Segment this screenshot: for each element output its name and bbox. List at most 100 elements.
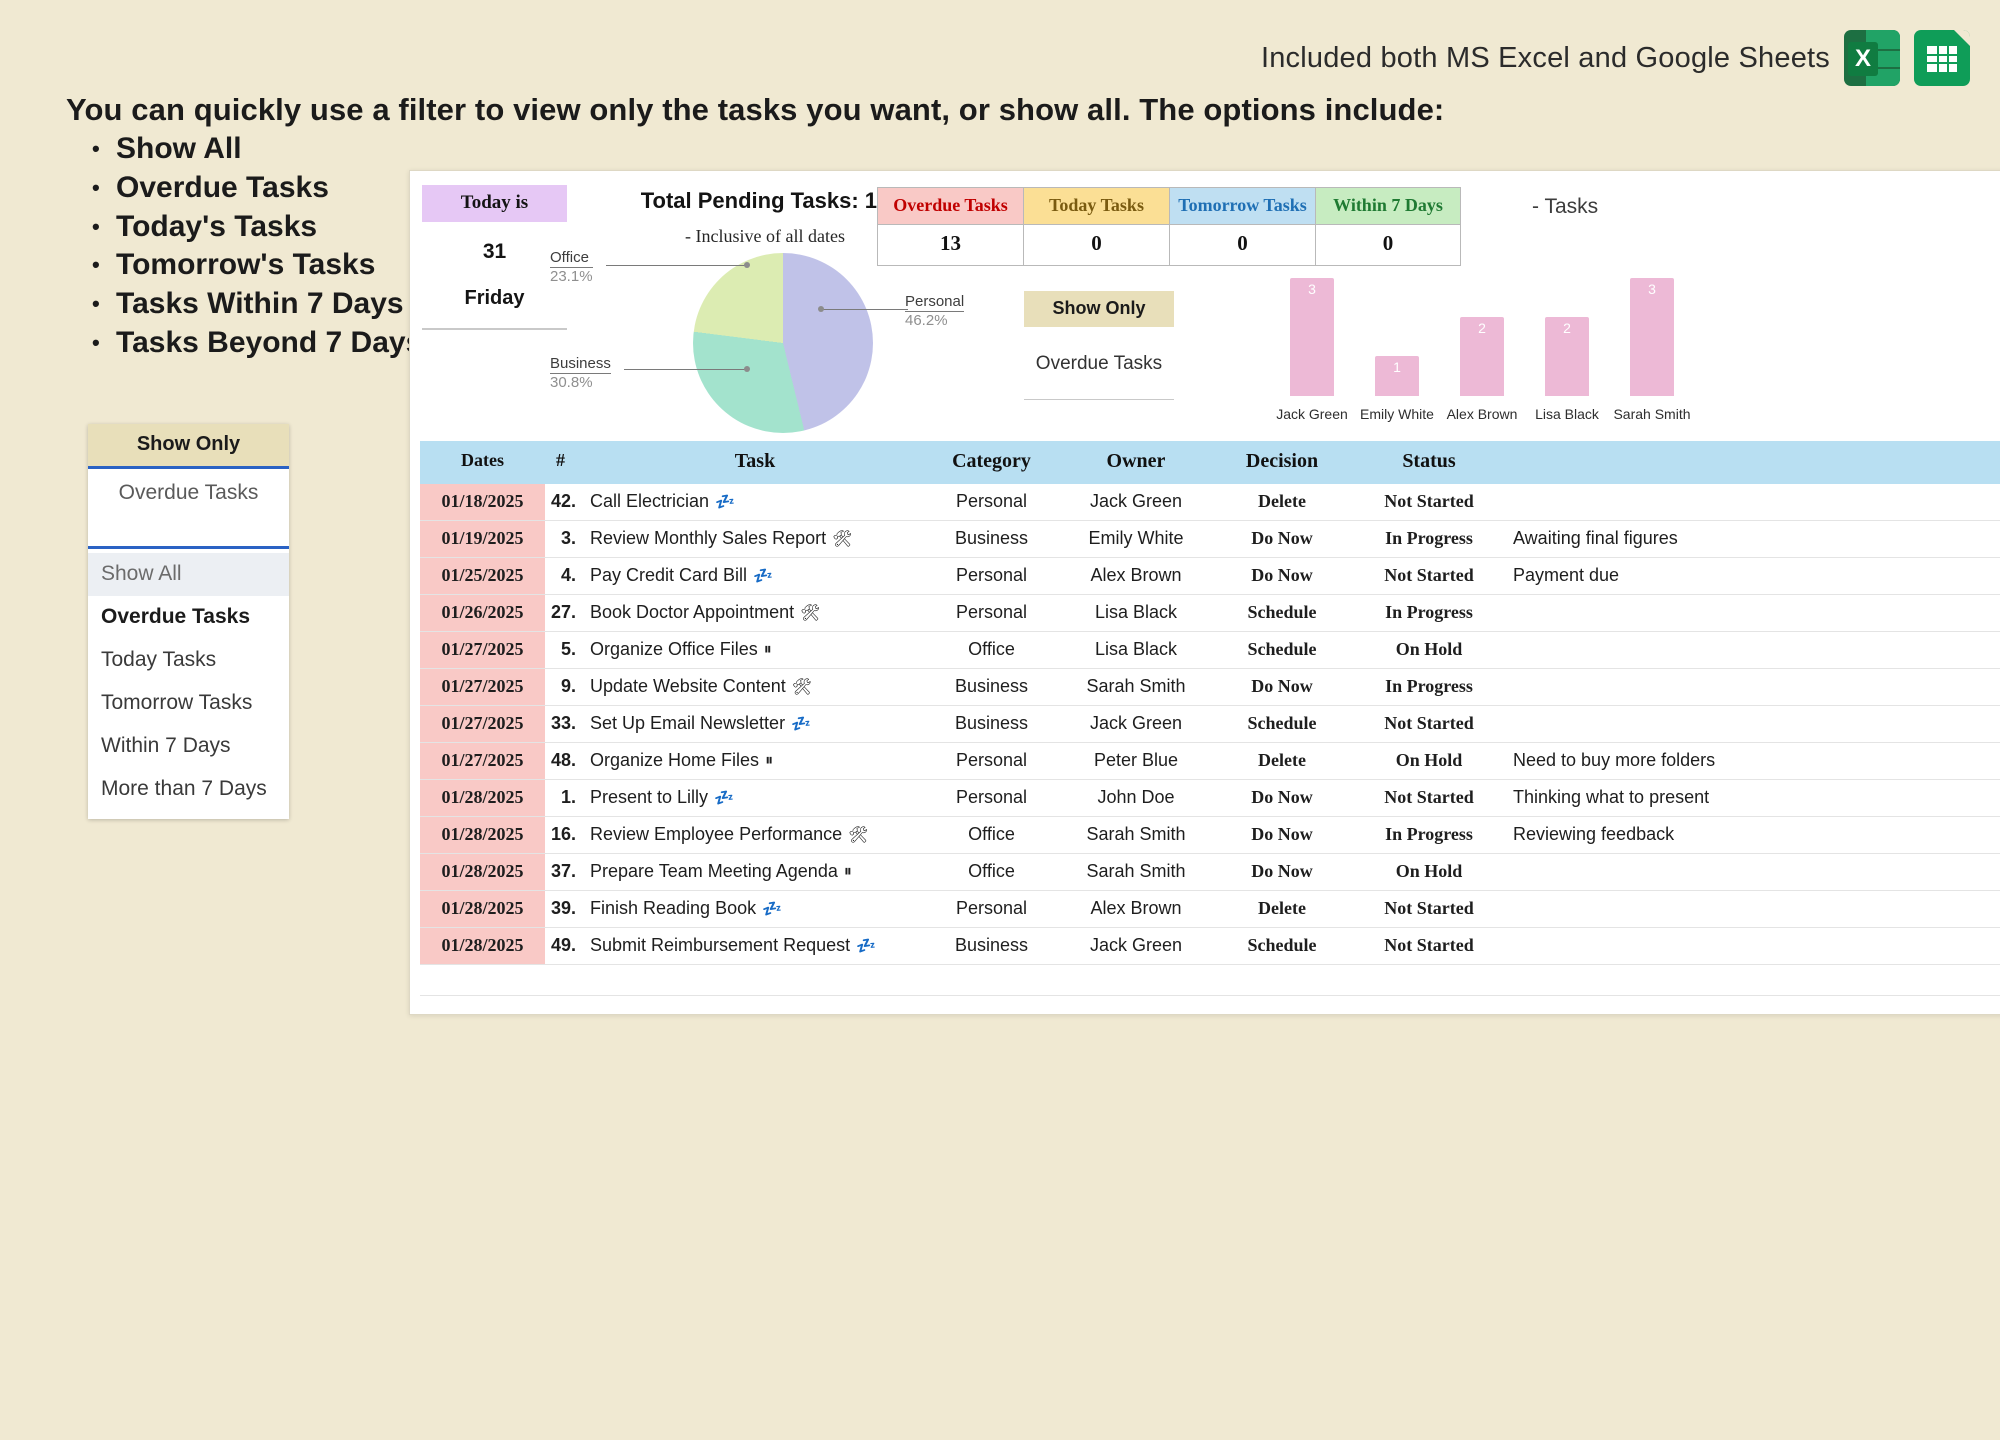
- cell-status: Not Started: [1384, 787, 1474, 807]
- category-pie-chart: Office 23.1% Business 30.8% Personal 46.…: [550, 249, 970, 436]
- cell-category: Business: [954, 713, 1029, 733]
- cell-date: 01/28/2025: [420, 854, 545, 890]
- cell-category: Personal: [955, 898, 1028, 918]
- table-row[interactable]: 01/18/2025 42. Call Electrician 💤 Personal Ja…: [420, 484, 2000, 521]
- stat-tomorrow-value: 0: [1170, 224, 1315, 265]
- cell-category: Personal: [955, 491, 1028, 511]
- table-row[interactable]: 01/28/2025 16. Review Employee Performance…: [420, 817, 2000, 854]
- cell-empty: [920, 965, 1063, 995]
- cell-date: 01/28/2025: [420, 928, 545, 964]
- cell-date: 01/25/2025: [420, 558, 545, 594]
- cell-number: 42.: [550, 491, 576, 511]
- leader-line: [822, 309, 908, 310]
- stat-today-label: Today Tasks: [1024, 188, 1169, 224]
- cell-status: In Progress: [1385, 602, 1473, 622]
- bar: 2: [1545, 317, 1589, 396]
- table-row[interactable]: 01/28/2025 37. Prepare Team Meeting Agenda…: [420, 854, 2000, 891]
- cell-empty: [1063, 965, 1209, 995]
- cell-task: Set Up Email Newsletter 💤: [590, 713, 811, 733]
- pie-label-business-value: 30.8%: [550, 374, 593, 391]
- leader-line: [606, 265, 746, 266]
- cell-empty: [920, 996, 1063, 1014]
- cell-owner: Sarah Smith: [1086, 824, 1186, 844]
- cell-number: 5.: [560, 639, 576, 659]
- dropdown-option-today-tasks[interactable]: Today Tasks: [88, 639, 289, 682]
- cell-decision: Do Now: [1251, 528, 1313, 548]
- col-header-decision[interactable]: Decision: [1209, 441, 1355, 484]
- col-header-status[interactable]: Status: [1355, 441, 1503, 484]
- cell-date: 01/26/2025: [420, 595, 545, 631]
- table-row[interactable]: 01/27/2025 33. Set Up Email Newsletter 💤 Bus…: [420, 706, 2000, 743]
- bar-label: Lisa Black: [1535, 406, 1599, 422]
- table-row[interactable]: 01/27/2025 48. Organize Home Files ⏸ Persona…: [420, 743, 2000, 780]
- show-only-dropdown[interactable]: Show Only Overdue Tasks Show All Overdue…: [88, 424, 289, 819]
- stat-within-7-days[interactable]: Within 7 Days 0: [1315, 187, 1461, 266]
- cell-task: Present to Lilly 💤: [590, 787, 734, 807]
- table-row[interactable]: 01/28/2025 39. Finish Reading Book 💤 Persona…: [420, 891, 2000, 928]
- cell-note: [1503, 891, 2000, 927]
- table-empty-row[interactable]: [420, 996, 2000, 1014]
- cell-owner: Jack Green: [1089, 713, 1183, 733]
- task-type-icon: 🛠: [800, 604, 821, 622]
- cell-decision: Delete: [1258, 491, 1306, 511]
- cell-note: Reviewing feedback: [1513, 824, 1675, 844]
- divider: [422, 328, 567, 330]
- table-row[interactable]: 01/27/2025 9. Update Website Content 🛠 Busin…: [420, 669, 2000, 706]
- col-header-owner[interactable]: Owner: [1063, 441, 1209, 484]
- pie-label-personal: Personal 46.2%: [905, 293, 965, 329]
- leader-line: [624, 369, 746, 370]
- bar-label: Jack Green: [1276, 406, 1348, 422]
- cell-owner: John Doe: [1097, 787, 1175, 807]
- cell-decision: Do Now: [1251, 565, 1313, 585]
- dashboard-sheet: Today is 31 Friday Total Pending Tasks: …: [409, 170, 2000, 1015]
- pie-label-office-value: 23.1%: [550, 268, 593, 285]
- dropdown-option-overdue-tasks[interactable]: Overdue Tasks: [88, 596, 289, 639]
- bar-label: Sarah Smith: [1613, 406, 1691, 422]
- pie-label-business-name: Business: [550, 355, 611, 374]
- cell-note: Awaiting final figures: [1513, 528, 1678, 548]
- dropdown-option-within-7-days[interactable]: Within 7 Days: [88, 725, 289, 768]
- table-row[interactable]: 01/19/2025 3. Review Monthly Sales Report 🛠…: [420, 521, 2000, 558]
- cell-empty: [545, 965, 580, 995]
- table-row[interactable]: 01/26/2025 27. Book Doctor Appointment 🛠 Per…: [420, 595, 2000, 632]
- cell-empty: [1355, 965, 1503, 995]
- dropdown-option-more-than-7-days[interactable]: More than 7 Days: [88, 768, 289, 811]
- stat-within-7-days-label: Within 7 Days: [1316, 188, 1460, 224]
- table-row[interactable]: 01/28/2025 1. Present to Lilly 💤 Personal Joh…: [420, 780, 2000, 817]
- cell-number: 16.: [550, 824, 576, 844]
- dashboard-show-only-widget[interactable]: Show Only Overdue Tasks: [1024, 291, 1174, 400]
- cell-decision: Do Now: [1251, 824, 1313, 844]
- table-row[interactable]: 01/28/2025 49. Submit Reimbursement Reques…: [420, 928, 2000, 965]
- col-header-notes[interactable]: [1503, 441, 2000, 484]
- cell-empty: [545, 996, 580, 1014]
- stat-tomorrow[interactable]: Tomorrow Tasks 0: [1169, 187, 1315, 266]
- col-header-dates[interactable]: Dates: [420, 441, 545, 484]
- cell-empty: [420, 965, 545, 995]
- stat-today[interactable]: Today Tasks 0: [1023, 187, 1169, 266]
- bar-column: 2: [1460, 317, 1504, 396]
- bar-value: 3: [1308, 281, 1316, 297]
- cell-task: Pay Credit Card Bill 💤: [590, 565, 773, 585]
- cell-decision: Schedule: [1247, 713, 1317, 733]
- dropdown-options[interactable]: Show All Overdue Tasks Today Tasks Tomor…: [88, 549, 289, 819]
- excel-icon: X: [1844, 30, 1900, 86]
- cell-note: Thinking what to present: [1513, 787, 1710, 807]
- tasks-note: - Tasks: [1532, 195, 1599, 218]
- dropdown-option-tomorrow-tasks[interactable]: Tomorrow Tasks: [88, 682, 289, 725]
- col-header-category[interactable]: Category: [920, 441, 1063, 484]
- table-row[interactable]: 01/27/2025 5. Organize Office Files ⏸ Office…: [420, 632, 2000, 669]
- dropdown-value-box[interactable]: Overdue Tasks: [88, 469, 289, 549]
- bar-label: Alex Brown: [1446, 406, 1518, 422]
- table-empty-row[interactable]: [420, 965, 2000, 996]
- cell-empty: [1503, 965, 2000, 995]
- col-header-number[interactable]: #: [545, 441, 580, 484]
- table-header-row: Dates # Task Category Owner Decision Sta…: [420, 441, 2000, 484]
- dashboard-show-only-value[interactable]: Overdue Tasks: [1024, 327, 1174, 400]
- stat-today-value: 0: [1024, 224, 1169, 265]
- cell-empty: [580, 965, 920, 995]
- dropdown-option-show-all[interactable]: Show All: [88, 553, 289, 596]
- cell-note: [1503, 595, 2000, 631]
- table-row[interactable]: 01/25/2025 4. Pay Credit Card Bill 💤 Persona…: [420, 558, 2000, 595]
- col-header-task[interactable]: Task: [580, 441, 920, 484]
- bullet-item: Today's Tasks: [92, 208, 422, 247]
